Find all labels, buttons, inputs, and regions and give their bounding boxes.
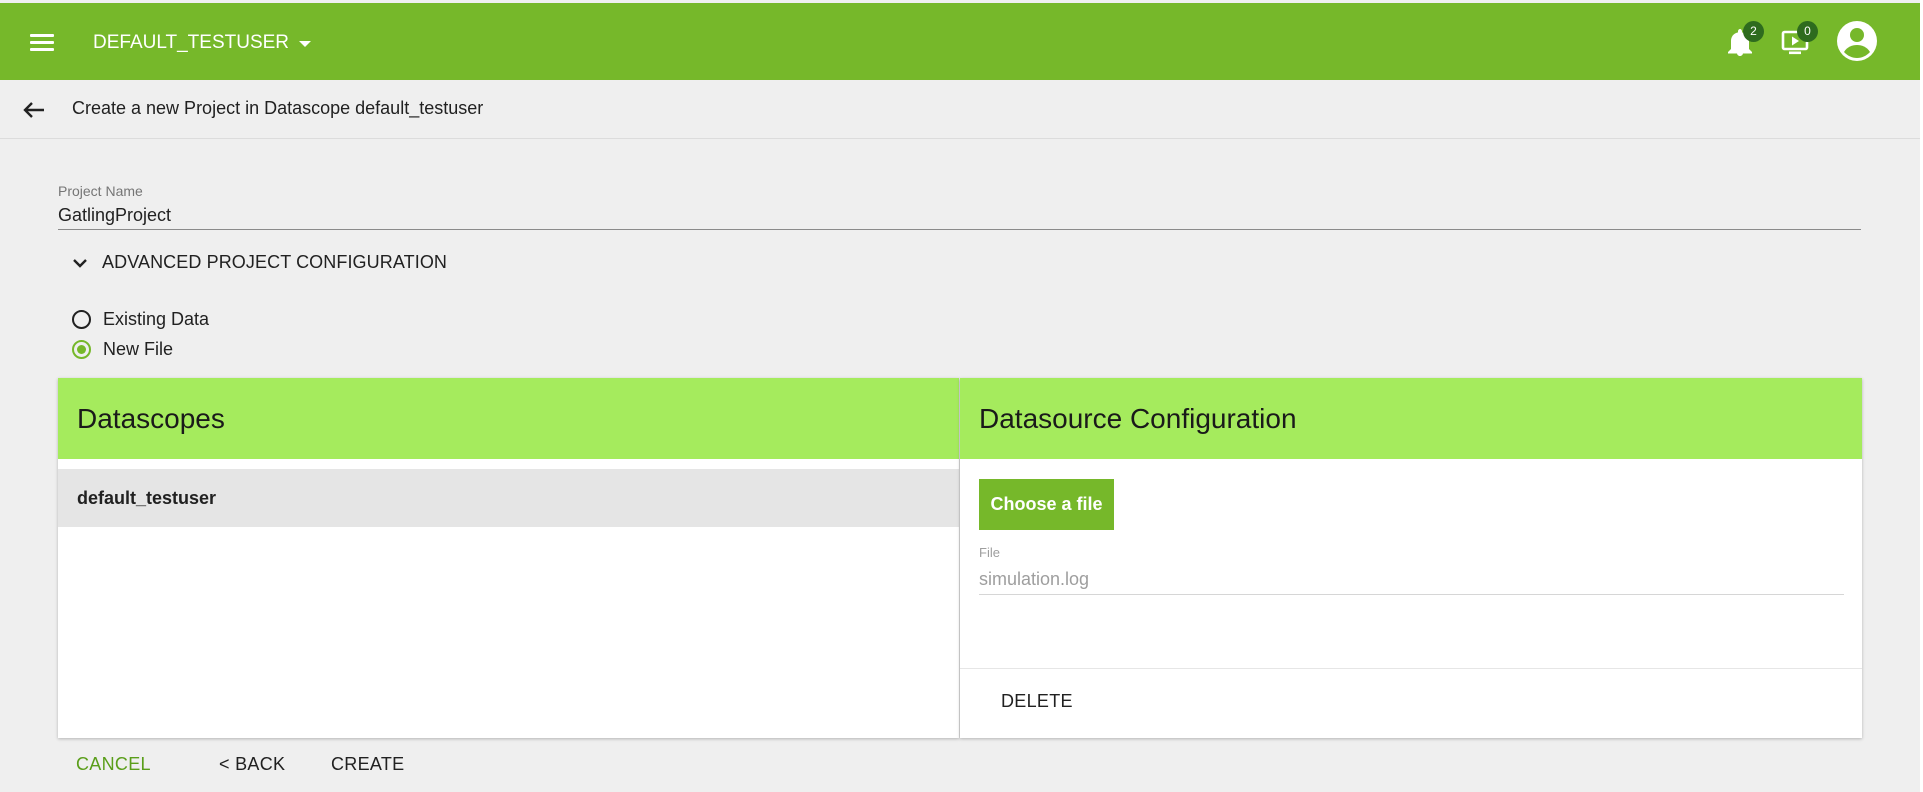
project-name-label: Project Name (58, 183, 143, 199)
advanced-config-toggle[interactable]: ADVANCED PROJECT CONFIGURATION (72, 252, 447, 273)
notifications-badge: 2 (1743, 21, 1764, 42)
datasource-header: Datasource Configuration (960, 378, 1862, 459)
file-label: File (979, 545, 1000, 560)
back-button[interactable]: < BACK (219, 754, 285, 775)
project-name-input[interactable] (58, 202, 1861, 230)
datascopes-title: Datascopes (77, 402, 225, 434)
account-circle-icon (1837, 21, 1877, 61)
datascopes-panel: Datascopes default_testuser (58, 378, 959, 738)
sub-header: Create a new Project in Datascope defaul… (0, 80, 1920, 139)
media-badge: 0 (1797, 21, 1818, 42)
radio-existing-data[interactable]: Existing Data (72, 309, 209, 330)
back-arrow-icon[interactable] (22, 100, 46, 125)
datasource-panel: Datasource Configuration Choose a file F… (960, 378, 1862, 738)
user-dropdown-label: DEFAULT_TESTUSER (93, 32, 290, 53)
radio-unchecked-icon (72, 310, 91, 329)
app-bar: DEFAULT_TESTUSER 2 0 (0, 3, 1920, 80)
caret-down-icon (299, 41, 312, 47)
hamburger-menu-icon[interactable] (30, 33, 56, 51)
delete-button[interactable]: DELETE (1001, 691, 1073, 712)
chevron-down-icon (73, 258, 87, 268)
datasource-title: Datasource Configuration (979, 402, 1297, 434)
account-button[interactable] (1836, 20, 1878, 62)
radio-existing-label: Existing Data (103, 309, 210, 329)
file-input[interactable] (979, 565, 1844, 595)
radio-checked-icon (72, 340, 91, 359)
advanced-config-label: ADVANCED PROJECT CONFIGURATION (102, 252, 448, 272)
radio-new-file[interactable]: New File (72, 339, 173, 360)
radio-new-label: New File (103, 339, 174, 359)
page-title: Create a new Project in Datascope defaul… (72, 98, 484, 118)
choose-file-button[interactable]: Choose a file (979, 479, 1114, 530)
cancel-button[interactable]: CANCEL (76, 754, 151, 775)
user-dropdown[interactable]: DEFAULT_TESTUSER (93, 31, 312, 55)
media-button[interactable]: 0 (1781, 21, 1818, 58)
notifications-button[interactable]: 2 (1728, 21, 1764, 59)
create-button[interactable]: CREATE (331, 754, 404, 775)
datascopes-header: Datascopes (58, 378, 959, 459)
datascope-item[interactable]: default_testuser (58, 469, 959, 527)
panel-divider (960, 668, 1862, 669)
